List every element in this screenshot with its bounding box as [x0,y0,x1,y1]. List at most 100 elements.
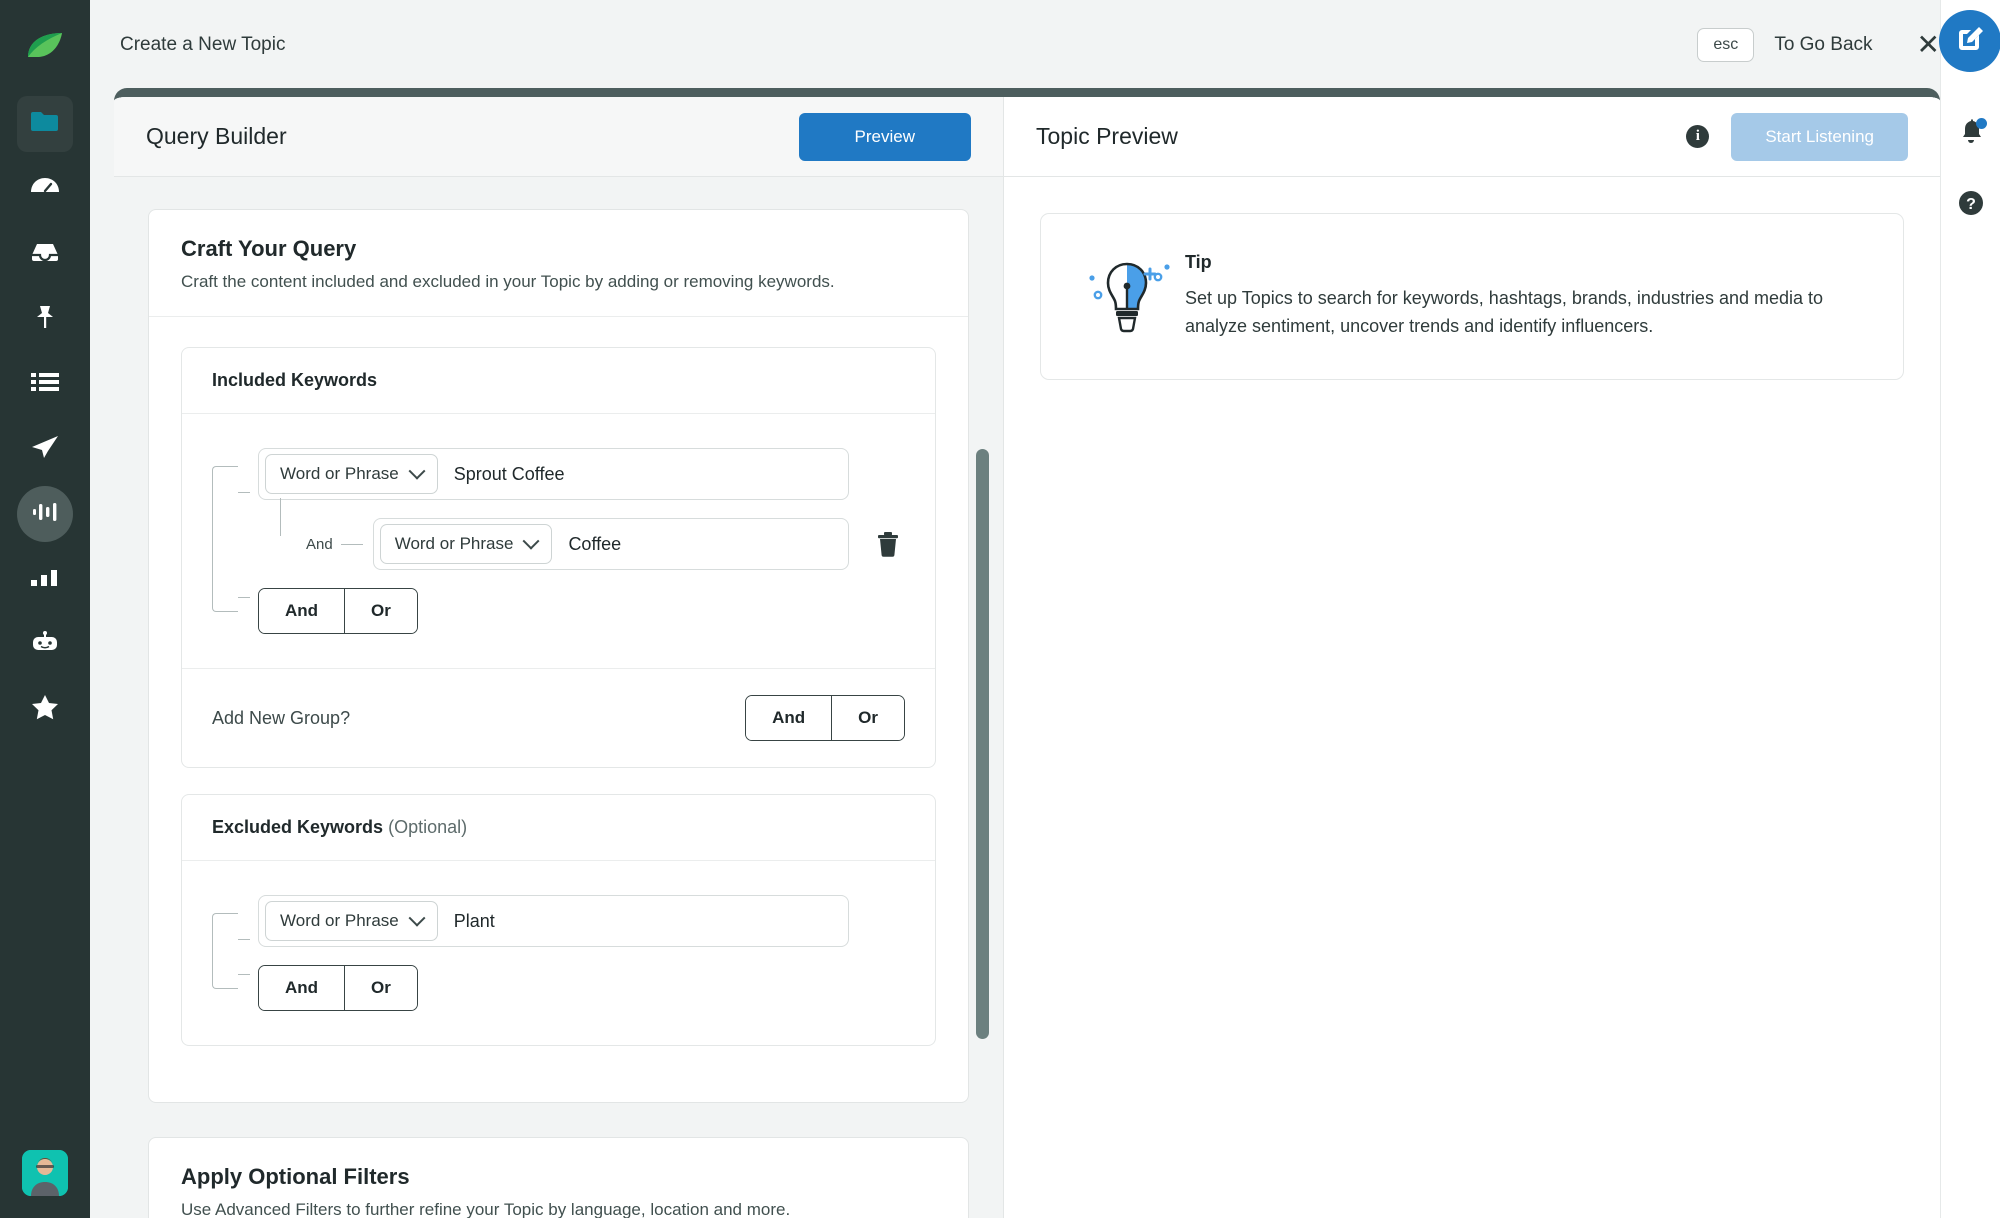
sidebar-item-smart-inbox[interactable] [17,226,73,282]
query-builder-title: Query Builder [146,123,287,149]
group-bracket [212,913,238,989]
list-icon [31,371,59,398]
gauge-icon [30,176,60,203]
folder-icon [30,110,60,139]
keyword-type-select[interactable]: Word or Phrase [379,524,553,564]
query-builder-panel: Query Builder Preview Craft Your Query C… [114,97,1004,1218]
sidebar-item-publishing[interactable] [17,291,73,347]
left-sidebar [0,0,90,1218]
lightbulb-icon [1079,248,1175,345]
topic-preview-title: Topic Preview [1036,123,1178,149]
keyword-input-container[interactable]: Word or Phrase Sprout Coffee [258,448,849,500]
sidebar-item-engagement[interactable] [17,421,73,477]
help-icon: ? [1957,189,1985,222]
filters-title: Apply Optional Filters [181,1164,410,1189]
chevron-down-icon [408,462,426,480]
keyword-value[interactable]: Coffee [552,534,842,555]
panels-container: Query Builder Preview Craft Your Query C… [114,88,1940,1218]
sidebar-item-reports[interactable] [17,551,73,607]
connector-vertical-line [280,498,281,536]
info-icon[interactable]: i [1686,125,1710,148]
delete-keyword-button[interactable] [871,531,905,557]
right-rail: ? [1938,0,2000,1218]
compose-icon [1956,25,1984,58]
excluded-or-button[interactable]: Or [344,966,417,1010]
included-andor-toggle[interactable]: And Or [258,588,418,634]
close-icon[interactable]: ✕ [1917,31,1940,59]
add-group-andor-toggle[interactable]: And Or [745,695,905,741]
avatar[interactable] [22,1150,68,1196]
keyword-input-container[interactable]: Word or Phrase Coffee [372,518,849,570]
topic-preview-header: Topic Preview i Start Listening [1004,97,1940,177]
query-builder-actions: Preview [798,112,971,161]
app-root: Create a New Topic esc To Go Back ✕ Quer… [0,0,2000,1218]
excluded-andor-toggle[interactable]: And Or [258,965,418,1011]
craft-body: Included Keywords Word or Phrase Sprout … [149,317,968,1102]
topic-preview-panel: Topic Preview i Start Listening Tip Set … [1004,97,1940,1218]
craft-header: Craft Your Query Craft the content inclu… [149,210,968,317]
sidebar-item-listening[interactable] [17,486,73,542]
craft-subtitle: Craft the content included and excluded … [181,272,835,291]
query-builder-header: Query Builder Preview [114,97,1003,177]
included-and-button[interactable]: And [259,589,345,633]
included-keywords-box: Included Keywords Word or Phrase Sprout … [181,347,936,768]
notifications-button[interactable] [1948,110,1994,156]
excluded-and-button[interactable]: And [259,966,345,1010]
excluded-keywords-body: Word or Phrase Plant And Or [182,861,935,1045]
add-new-group-label: Add New Group? [212,707,351,728]
sidebar-item-dashboard[interactable] [17,161,73,217]
sidebar-item-tasks[interactable] [17,356,73,412]
query-builder-scroll-body: Craft Your Query Craft the content inclu… [114,177,1003,1218]
add-group-and-button[interactable]: And [746,696,832,740]
esc-key-hint: esc [1697,28,1755,62]
add-new-group-row: Add New Group? And Or [182,668,935,767]
craft-title: Craft Your Query [181,236,357,261]
included-group: Word or Phrase Sprout Coffee And Word or… [212,448,905,634]
filters-header: Apply Optional Filters Use Advanced Filt… [149,1138,968,1218]
tip-title: Tip [1185,252,1212,272]
connector-dash [340,543,363,545]
scrollbar-track[interactable] [971,193,993,1218]
sidebar-item-reviews[interactable] [17,681,73,737]
go-back-label: To Go Back [1774,34,1873,55]
tip-card: Tip Set up Topics to search for keywords… [1040,213,1904,380]
group-bracket-tick-top [238,939,250,940]
sprout-leaf-logo[interactable] [17,18,73,74]
svg-text:?: ? [1966,196,1976,213]
excluded-optional-label: (Optional) [388,817,468,837]
keyword-value[interactable]: Plant [438,911,842,932]
excluded-keywords-box: Excluded Keywords (Optional) Word or Phr… [181,794,936,1046]
scrollbar-thumb[interactable] [976,449,989,1039]
keyword-input-container[interactable]: Word or Phrase Plant [258,895,849,947]
keyword-row: Word or Phrase Sprout Coffee [258,448,905,500]
group-bracket-tick-top [238,492,250,493]
add-group-or-button[interactable]: Or [831,696,904,740]
keyword-type-select[interactable]: Word or Phrase [265,901,438,941]
preview-button[interactable]: Preview [798,112,971,161]
tip-body: Set up Topics to search for keywords, ha… [1185,288,1824,336]
help-button[interactable]: ? [1948,182,1994,228]
keyword-type-select[interactable]: Word or Phrase [265,454,438,494]
page-title: Create a New Topic [120,34,286,55]
tip-text: Tip Set up Topics to search for keywords… [1185,248,1865,341]
start-listening-button[interactable]: Start Listening [1731,112,1908,161]
excluded-keywords-title: Excluded Keywords [212,817,384,837]
keyword-value[interactable]: Sprout Coffee [438,464,842,485]
send-icon [31,435,59,464]
included-keywords-body: Word or Phrase Sprout Coffee And Word or… [182,414,935,668]
included-or-button[interactable]: Or [344,589,417,633]
bar-chart-icon [31,568,59,591]
included-keywords-heading: Included Keywords [182,348,935,414]
filters-subtitle: Use Advanced Filters to further refine y… [181,1200,791,1218]
keyword-type-label: Word or Phrase [280,464,399,483]
compose-button[interactable] [1938,10,2000,72]
topic-preview-body: Tip Set up Topics to search for keywords… [1004,177,1940,380]
excluded-group: Word or Phrase Plant And Or [212,895,905,1011]
bot-icon [31,630,59,659]
sidebar-item-bots[interactable] [17,616,73,672]
keyword-row: And Word or Phrase Coffee [258,498,905,570]
pin-icon [32,304,58,335]
sidebar-item-messages-inbox[interactable] [17,96,73,152]
main-shell: Create a New Topic esc To Go Back ✕ Quer… [90,0,2000,1218]
group-bracket [212,466,238,612]
